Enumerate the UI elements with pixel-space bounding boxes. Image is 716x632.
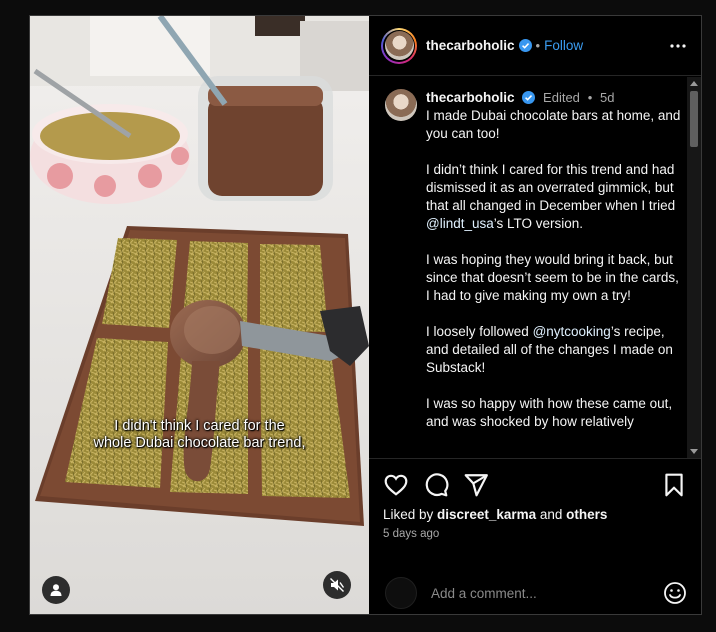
share-icon[interactable] [463, 472, 489, 498]
comment-icon[interactable] [423, 472, 449, 498]
caption-paragraph: I loosely followed @nytcooking’s recipe,… [426, 323, 681, 377]
liked-by-text: Liked by discreet_karma and others [383, 507, 687, 522]
mention-link[interactable]: @lindt_usa [426, 216, 494, 231]
caption-text: ’s LTO version. [493, 216, 584, 231]
comments-scrollbar[interactable] [687, 77, 701, 458]
follow-button[interactable]: Follow [544, 38, 583, 53]
separator-dot: • [587, 90, 593, 105]
comments-section[interactable]: thecarboholic Edited • 5d I made Dubai c… [369, 77, 701, 458]
post-header: thecarboholic • Follow [369, 16, 701, 76]
post-modal: I didn't think I cared for the whole Dub… [29, 15, 702, 615]
liked-by-others[interactable]: others [566, 507, 607, 522]
caption-line: whole Dubai chocolate bar trend, [93, 435, 306, 451]
verified-badge-icon [518, 39, 532, 52]
comment-avatar[interactable] [385, 89, 417, 121]
user-tag-icon [50, 584, 62, 596]
bookmark-icon[interactable] [661, 472, 687, 498]
caption-comment: thecarboholic Edited • 5d I made Dubai c… [369, 77, 701, 449]
scroll-up-arrow[interactable] [690, 81, 698, 86]
video-frame [30, 16, 369, 614]
heart-icon[interactable] [383, 472, 409, 498]
current-user-avatar [385, 577, 417, 609]
liked-by-user[interactable]: discreet_karma [437, 507, 536, 522]
liked-by-and: and [536, 507, 567, 522]
caption-paragraph: I was so happy with how these came out, … [426, 396, 673, 429]
emoji-icon[interactable] [663, 581, 687, 605]
caption-text: I loosely followed [426, 324, 533, 339]
add-comment-bar [369, 570, 701, 616]
separator-dot: • [535, 38, 541, 53]
video-caption: I didn't think I cared for the whole Dub… [30, 418, 369, 452]
caption-paragraph: I was hoping they would bring it back, b… [426, 252, 679, 303]
caption-text: I didn’t think I cared for this trend an… [426, 162, 676, 213]
post-video[interactable]: I didn't think I cared for the whole Dub… [30, 16, 369, 614]
avatar[interactable] [381, 27, 417, 64]
add-comment-input[interactable] [429, 584, 633, 602]
post-timestamp[interactable]: 5 days ago [383, 528, 687, 540]
post-details-panel: thecarboholic • Follow thecarboholic Edi… [369, 16, 701, 614]
mute-icon [330, 578, 345, 592]
caption-paragraph: I didn’t think I cared for this trend an… [426, 161, 681, 233]
more-options-icon[interactable] [669, 37, 687, 55]
liked-by-prefix: Liked by [383, 507, 438, 522]
mute-button[interactable] [323, 571, 351, 599]
post-actions: Liked by discreet_karma and others 5 day… [369, 458, 701, 540]
comment-time: 5d [600, 90, 615, 105]
caption-line: I didn't think I cared for the [114, 418, 285, 434]
scroll-down-arrow[interactable] [690, 449, 698, 454]
verified-badge-icon [522, 91, 536, 104]
mention-link[interactable]: @nytcooking [533, 324, 611, 339]
edited-label: Edited [543, 90, 580, 105]
caption-paragraph: I made Dubai chocolate bars at home, and… [426, 108, 681, 141]
tagged-users-button[interactable] [42, 576, 70, 604]
scroll-thumb[interactable] [690, 91, 698, 147]
comment-username[interactable]: thecarboholic [426, 90, 515, 105]
author-username[interactable]: thecarboholic [426, 38, 515, 53]
